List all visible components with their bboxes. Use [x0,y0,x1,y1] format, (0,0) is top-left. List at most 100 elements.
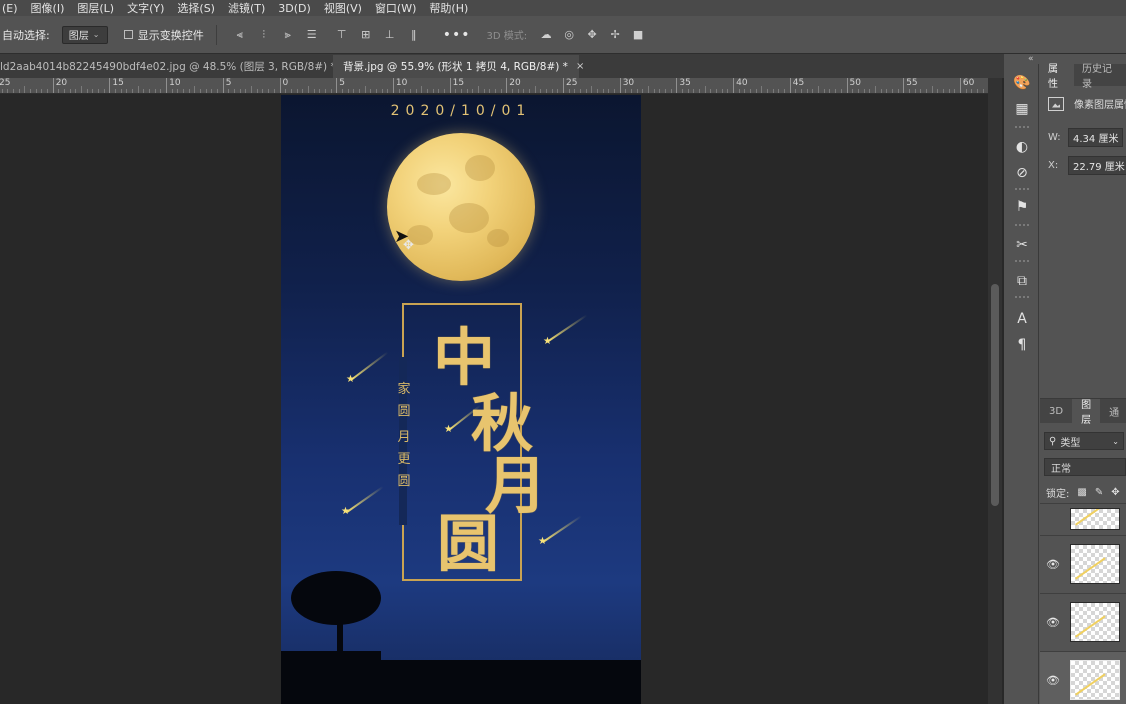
menu-edit[interactable]: (E) [2,2,18,15]
menu-layer[interactable]: 图层(L) [77,0,114,16]
auto-select-dropdown[interactable]: 图层 ⌄ [61,25,108,44]
ruler-minor-tick [829,89,831,93]
ruler-minor-tick [285,89,287,93]
menu-window[interactable]: 窗口(W) [375,0,416,16]
ruler-minor-tick [98,89,100,93]
ruler-label: 35 [679,78,691,88]
menu-3d[interactable]: 3D(D) [278,2,311,15]
properties-tabs: 属性 历史记录 [1040,64,1126,90]
ruler-minor-tick [659,89,661,93]
ruler-minor-tick [13,89,14,93]
tab-document-1[interactable]: ld2aab4014b82245490bdf4e02.jpg @ 48.5% (… [0,55,352,78]
meteor[interactable] [542,515,582,543]
ruler-minor-tick [330,89,332,93]
menu-image[interactable]: 图像(I) [31,0,65,16]
ruler-minor-tick [370,89,372,93]
layer-row-selected[interactable]: 👁 [1040,651,1126,704]
show-transform-checkbox[interactable] [123,30,133,39]
distribute-icon[interactable]: ☰ [305,28,319,42]
ruler-minor-tick [75,89,77,93]
eye-icon[interactable]: 👁 [1046,674,1060,687]
layer-row[interactable]: 👁 [1040,593,1126,651]
ruler-minor-tick [126,89,128,93]
ruler-minor-tick [540,89,542,93]
menu-view[interactable]: 视图(V) [324,0,362,16]
moon-crater [465,155,495,181]
moon-image[interactable] [387,133,535,281]
close-icon[interactable]: × [576,61,584,72]
meteor[interactable] [346,485,384,513]
tab-channels[interactable]: 通 [1100,404,1126,419]
align-top-icon[interactable]: ⊤ [335,28,349,42]
ruler-minor-tick [750,89,752,93]
ruler-minor-tick [115,89,117,93]
lock-paint-icon[interactable]: ✎ [1095,487,1103,498]
menu-help[interactable]: 帮助(H) [429,0,468,16]
horizontal-ruler[interactable]: 25 20 15 10 5 0 5 10 15 20 25 30 35 40 45 50 55 60 [0,78,988,94]
ruler-minor-tick [143,89,145,93]
ruler-minor-tick [648,86,650,93]
ruler-minor-tick [767,89,769,93]
drag-3d-icon[interactable]: ✥ [585,28,599,42]
meteor[interactable] [350,351,389,381]
ruler-minor-tick [886,89,888,93]
styles-icon[interactable]: ⊘ [1013,164,1031,182]
align-hcenter-icon[interactable]: ⫶ [257,28,271,42]
scrollbar-thumb[interactable] [991,284,999,506]
align-left-icon[interactable]: ⫷ [233,28,247,42]
x-field[interactable]: 22.79 厘米 [1068,156,1126,175]
slide-3d-icon[interactable]: ✢ [608,28,622,42]
ruler-minor-tick [103,89,105,93]
ruler-minor-tick [268,89,270,93]
toolbar-divider [215,24,217,45]
vertical-scrollbar[interactable] [988,78,1002,704]
library-icon[interactable]: ⧉ [1013,272,1031,290]
width-field[interactable]: 4.34 厘米 [1068,128,1124,147]
tab-history[interactable]: 历史记录 [1074,60,1126,90]
eye-icon[interactable]: 👁 [1046,616,1060,629]
blend-mode-dropdown[interactable]: 正常 [1044,458,1126,476]
ruler-label: 10 [395,78,408,88]
orbit-3d-icon[interactable]: ☁ [539,28,553,42]
layer-row[interactable] [1040,503,1126,533]
tab-properties[interactable]: 属性 [1040,64,1074,90]
paragraph-icon[interactable]: ¶ [1013,336,1031,354]
distribute-vertical-icon[interactable]: ‖ [407,28,421,42]
lock-move-icon[interactable]: ✥ [1111,487,1119,498]
ruler-minor-tick [245,89,247,93]
menu-filter[interactable]: 滤镜(T) [228,0,265,16]
lock-transparent-icon[interactable]: ▩ [1077,487,1086,498]
eye-icon[interactable]: 👁 [1046,558,1060,571]
meteor[interactable] [546,314,588,343]
collapse-icon[interactable]: « [1028,54,1034,64]
lock-row: 锁定: ▩ ✎ ✥ [1046,485,1120,500]
menu-type[interactable]: 文字(Y) [127,0,164,16]
ruler-minor-tick [812,89,814,93]
align-vcenter-icon[interactable]: ⊞ [359,28,373,42]
tab-layers[interactable]: 图层 [1072,399,1101,426]
tab-title: 背景.jpg @ 55.9% (形状 1 拷贝 4, RGB/8#) * [343,61,568,73]
layer-row[interactable]: 👁 [1040,535,1126,593]
more-options-button[interactable]: ••• [443,27,471,43]
brush-settings-icon[interactable]: ⚑ [1013,198,1031,216]
menu-bar: (E) 图像(I) 图层(L) 文字(Y) 选择(S) 滤镜(T) 3D(D) … [0,0,1126,16]
tab-document-2[interactable]: 背景.jpg @ 55.9% (形状 1 拷贝 4, RGB/8#) * × [333,55,584,78]
adjustments-icon[interactable]: ◐ [1013,138,1031,156]
grid-icon[interactable]: ▦ [1013,100,1031,118]
document-canvas[interactable]: 2020/10/01 家 圆 月 更 圆 中 秋 月 圆 ★ ★ ★ ★ ★ [281,95,641,704]
align-right-icon[interactable]: ⫸ [281,28,295,42]
menu-select[interactable]: 选择(S) [177,0,215,16]
palette-icon[interactable]: 🎨 [1013,74,1031,92]
roll-3d-icon[interactable]: ◎ [562,28,576,42]
tab-3d[interactable]: 3D [1040,406,1072,417]
ruler-minor-tick [710,89,712,93]
ruler-minor-tick [81,86,83,93]
ruler-minor-tick [840,89,842,93]
character-icon[interactable]: A [1013,310,1031,328]
camera-3d-icon[interactable]: ■ [631,28,645,42]
tools-preset-icon[interactable]: ✂ [1013,236,1031,254]
align-bottom-icon[interactable]: ⊥ [383,28,397,42]
layer-filter-dropdown[interactable]: ⚲ 类型 ⌄ [1044,432,1124,450]
ruler-minor-tick [86,89,88,93]
side-char: 圆 [397,474,411,489]
